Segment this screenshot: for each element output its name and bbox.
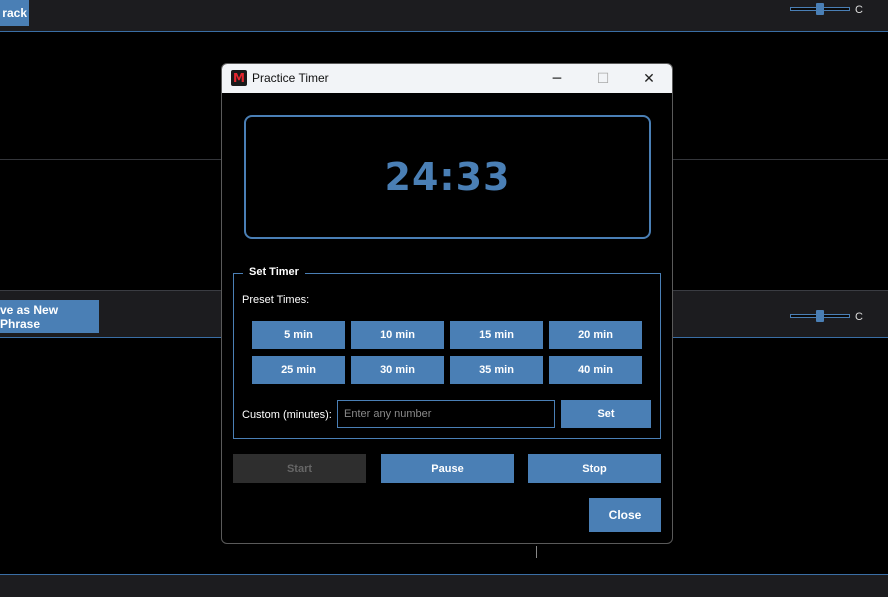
background-slider-mid[interactable] — [790, 309, 850, 323]
preset-20-min-button[interactable]: 20 min — [549, 321, 642, 349]
title-bar[interactable]: M Practice Timer ─ ☐ ✕ — [222, 64, 672, 93]
preset-5-min-button[interactable]: 5 min — [252, 321, 345, 349]
window-title: Practice Timer — [252, 71, 329, 85]
preset-10-min-button[interactable]: 10 min — [351, 321, 444, 349]
stop-button[interactable]: Stop — [528, 454, 661, 483]
preset-35-min-button[interactable]: 35 min — [450, 356, 543, 384]
practice-timer-window: M Practice Timer ─ ☐ ✕ 24:33 Set Timer P… — [221, 63, 673, 544]
preset-times-label: Preset Times: — [242, 294, 310, 306]
slider-thumb[interactable] — [816, 3, 824, 15]
maximize-icon[interactable]: ☐ — [580, 64, 626, 93]
background-toolbar — [0, 0, 888, 32]
timer-display: 24:33 — [244, 115, 651, 239]
minimize-icon[interactable]: ─ — [534, 64, 580, 93]
background-tick — [536, 546, 537, 558]
preset-30-min-button[interactable]: 30 min — [351, 356, 444, 384]
close-icon[interactable]: ✕ — [626, 64, 672, 93]
custom-minutes-label: Custom (minutes): — [242, 409, 332, 421]
close-button[interactable]: Close — [589, 498, 661, 532]
background-save-phrase-button[interactable]: ve as New Phrase — [0, 300, 99, 333]
set-timer-title: Set Timer — [243, 266, 305, 278]
start-button[interactable]: Start — [233, 454, 366, 483]
preset-25-min-button[interactable]: 25 min — [252, 356, 345, 384]
set-timer-group: Set Timer Preset Times: 5 min 10 min 15 … — [233, 266, 661, 439]
preset-40-min-button[interactable]: 40 min — [549, 356, 642, 384]
background-bottom-bar — [0, 574, 888, 597]
slider-thumb[interactable] — [816, 310, 824, 322]
set-button[interactable]: Set — [561, 400, 651, 428]
preset-15-min-button[interactable]: 15 min — [450, 321, 543, 349]
background-track-button[interactable]: rack — [0, 0, 29, 26]
custom-minutes-input[interactable] — [337, 400, 555, 428]
app-logo-icon: M — [231, 70, 247, 86]
background-slider-top[interactable] — [790, 2, 850, 16]
pause-button[interactable]: Pause — [381, 454, 514, 483]
timer-time: 24:33 — [384, 155, 511, 199]
background-slider-top-label: C — [855, 4, 863, 16]
background-slider-mid-label: C — [855, 311, 863, 323]
